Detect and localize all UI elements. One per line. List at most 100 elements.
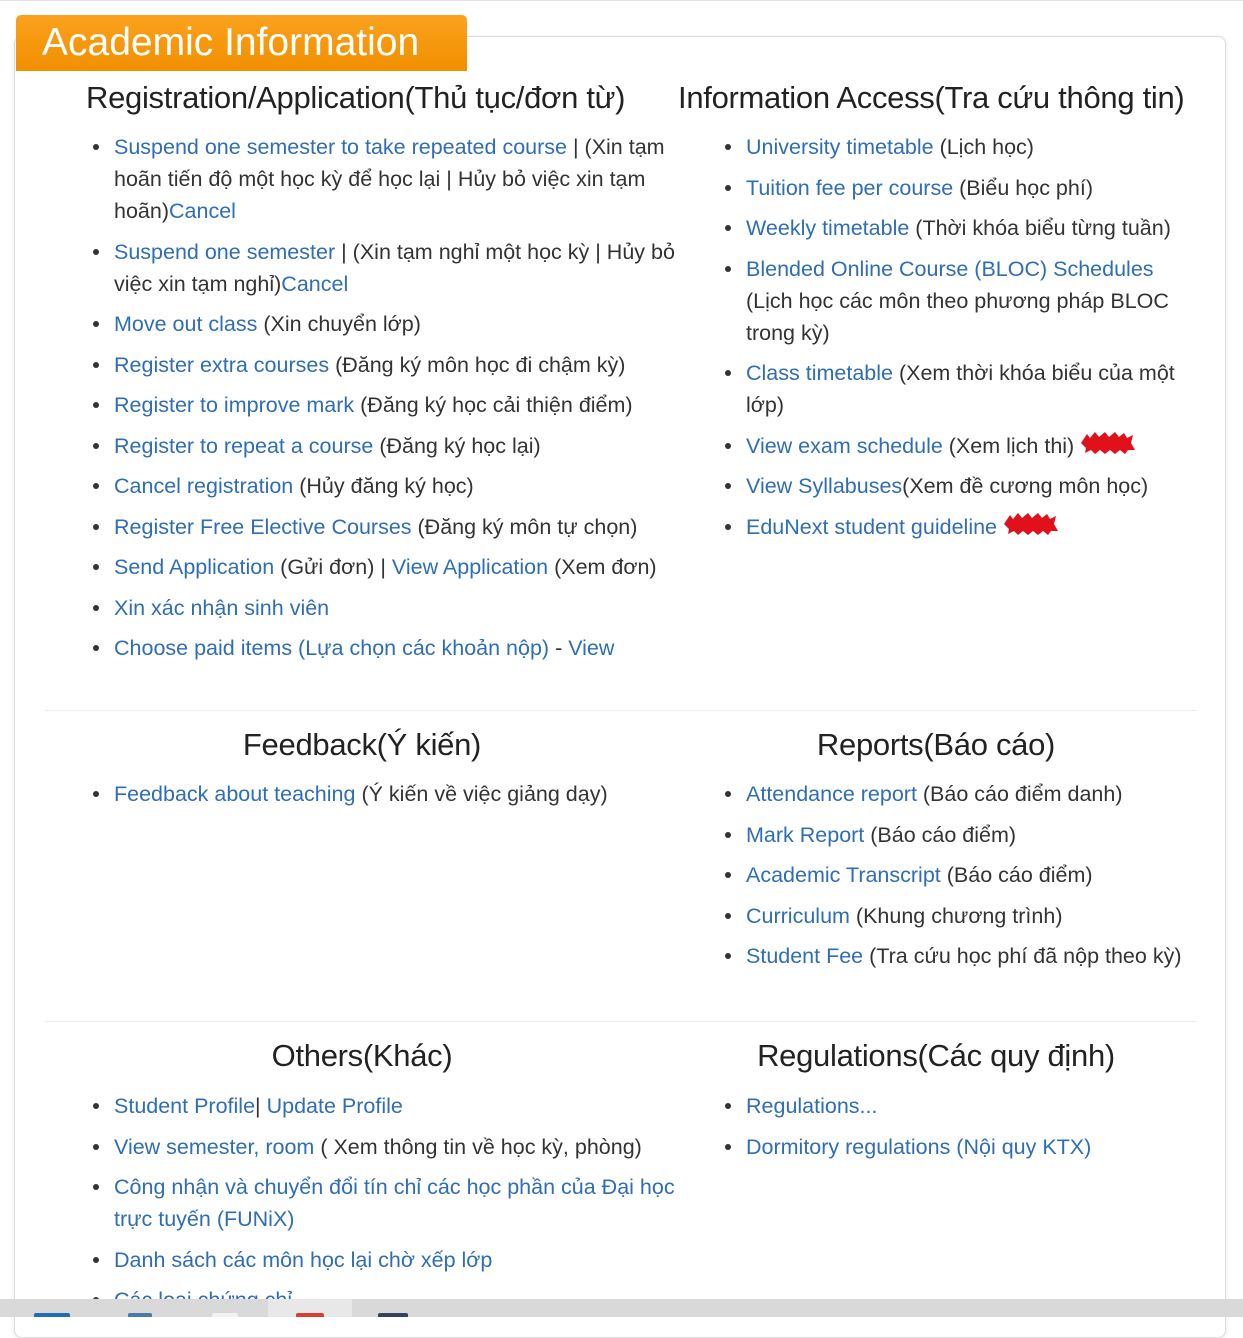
list-item-information: EduNext student guideline (722, 511, 1202, 543)
item-description: (Báo cáo điểm) (864, 822, 1017, 847)
taskbar-app-icon[interactable] (34, 1313, 70, 1317)
link-information[interactable]: View Syllabuses (746, 474, 902, 498)
link-registration[interactable]: Choose paid items (Lựa chọn các khoản nộ… (114, 636, 549, 660)
link-others-secondary[interactable]: Update Profile (267, 1094, 403, 1118)
list-item-others: Danh sách các môn học lại chờ xếp lớp (90, 1244, 685, 1276)
link-reports[interactable]: Student Fee (746, 944, 863, 968)
item-description: (Xem đơn) (548, 555, 657, 579)
list-item-others: Student Profile| Update Profile (90, 1090, 685, 1122)
link-others[interactable]: Công nhận và chuyển đổi tín chỉ các học … (114, 1175, 675, 1231)
taskbar-app-icon[interactable] (378, 1313, 408, 1317)
information-list: University timetable (Lịch học) Tuition f… (722, 131, 1202, 551)
list-item-registration: Send Application (Gửi đơn) | View Applic… (90, 551, 685, 583)
link-registration[interactable]: Send Application (114, 555, 274, 579)
list-item-reports: Mark Report (Báo cáo điểm) (722, 819, 1182, 851)
section-title-regulations: Regulations(Các quy định) (757, 1038, 1115, 1073)
list-item-information: Blended Online Course (BLOC) Schedules (… (722, 253, 1202, 349)
item-description: (Xin chuyển lớp) (257, 312, 421, 336)
taskbar-app-icon[interactable] (128, 1313, 152, 1317)
list-item-information: Weekly timetable (Thời khóa biểu từng tu… (722, 212, 1202, 244)
list-item-registration: Move out class (Xin chuyển lớp) (90, 308, 685, 340)
link-others[interactable]: Student Profile (114, 1094, 255, 1118)
link-regulations[interactable]: Regulations... (746, 1094, 877, 1118)
link-registration[interactable]: Register extra courses (114, 353, 329, 377)
list-item-registration: Register extra courses (Đăng ký môn học … (90, 349, 685, 381)
separator: - (549, 636, 569, 660)
new-badge-icon (1081, 431, 1136, 454)
regulations-list: Regulations... Dormitory regulations (Nội… (722, 1090, 1202, 1171)
list-item-information: University timetable (Lịch học) (722, 131, 1202, 163)
item-description: (Đăng ký môn tự chọn) (411, 514, 638, 539)
item-description: (Ý kiến về việc giảng dạy) (355, 782, 608, 806)
link-reports[interactable]: Curriculum (746, 904, 850, 928)
link-regulations[interactable]: Dormitory regulations (Nội quy KTX) (746, 1135, 1091, 1159)
list-item-others: Công nhận và chuyển đổi tín chỉ các học … (90, 1171, 685, 1235)
list-item-registration: Suspend one semester to take repeated co… (90, 131, 685, 227)
link-registration-secondary[interactable]: Cancel (169, 199, 236, 223)
link-reports[interactable]: Academic Transcript (746, 863, 941, 887)
link-registration[interactable]: Suspend one semester (114, 240, 335, 264)
link-information[interactable]: Class timetable (746, 361, 893, 385)
list-item-information: View exam schedule (Xem lịch thi) (722, 430, 1202, 462)
link-information[interactable]: View exam schedule (746, 434, 943, 458)
item-description: (Đăng ký học cải thiện điểm) (354, 393, 633, 417)
separator: | (335, 239, 353, 264)
item-description: ( Xem thông tin về học kỳ, phòng) (314, 1134, 642, 1159)
link-registration[interactable]: Register to improve mark (114, 393, 354, 417)
link-information[interactable]: EduNext student guideline (746, 515, 997, 539)
link-registration[interactable]: Suspend one semester to take repeated co… (114, 135, 567, 159)
item-description: (Thời khóa biểu từng tuần) (909, 216, 1171, 240)
list-item-information: Tuition fee per course (Biểu học phí) (722, 172, 1202, 204)
link-others[interactable]: Danh sách các môn học lại chờ xếp lớp (114, 1248, 492, 1272)
list-item-reports: Attendance report (Báo cáo điểm danh) (722, 778, 1182, 810)
link-registration[interactable]: Cancel registration (114, 474, 293, 498)
link-registration-secondary[interactable]: View Application (392, 555, 548, 579)
link-registration[interactable]: Xin xác nhận sinh viên (114, 596, 329, 620)
link-information[interactable]: University timetable (746, 135, 934, 159)
list-item-feedback: Feedback about teaching (Ý kiến về việc … (90, 778, 685, 810)
item-description: (Đăng ký học lại) (373, 433, 541, 458)
link-information[interactable]: Weekly timetable (746, 216, 909, 240)
link-registration[interactable]: Register to repeat a course (114, 434, 373, 458)
section-divider (45, 710, 1197, 711)
link-reports[interactable]: Mark Report (746, 823, 864, 847)
link-feedback[interactable]: Feedback about teaching (114, 782, 355, 806)
link-registration[interactable]: Move out class (114, 312, 257, 336)
panel-heading: Academic Information (16, 15, 467, 71)
list-item-registration: Register Free Elective Courses (Đăng ký … (90, 511, 685, 543)
taskbar-app-icon[interactable] (212, 1313, 238, 1317)
link-others[interactable]: View semester, room (114, 1135, 314, 1159)
section-divider (45, 1021, 1197, 1022)
feedback-list: Feedback about teaching (Ý kiến về việc … (90, 778, 685, 819)
section-title-information: Information Access(Tra cứu thông tin) (678, 80, 1185, 115)
taskbar-app-icon[interactable] (296, 1313, 324, 1317)
section-title-others: Others(Khác) (271, 1038, 453, 1073)
list-item-information: Class timetable (Xem thời khóa biểu của … (722, 357, 1202, 421)
list-item-reports: Academic Transcript (Báo cáo điểm) (722, 859, 1182, 891)
list-item-others: View semester, room ( Xem thông tin về h… (90, 1131, 685, 1163)
list-item-information: View Syllabuses(Xem đề cương môn học) (722, 470, 1202, 502)
section-title-registration: Registration/Application(Thủ tục/đơn từ) (86, 80, 626, 115)
new-badge-icon (1004, 512, 1059, 535)
item-description: (Báo cáo điểm danh) (916, 782, 1123, 806)
link-registration[interactable]: Register Free Elective Courses (114, 515, 412, 539)
link-reports[interactable]: Attendance report (746, 782, 917, 806)
item-description: (Tra cứu học phí đã nộp theo kỳ) (863, 944, 1182, 968)
item-description: (Xem đề cương môn học) (902, 474, 1149, 498)
list-item-registration: Suspend one semester | (Xin tạm nghỉ một… (90, 236, 685, 300)
item-description: (Xem lịch thi) (942, 433, 1075, 458)
list-item-registration: Choose paid items (Lựa chọn các khoản nộ… (90, 632, 685, 664)
item-description: (Đăng ký môn học đi chậm kỳ) (329, 352, 626, 377)
others-list: Student Profile| Update Profile View seme… (90, 1090, 685, 1325)
link-registration-secondary[interactable]: View (568, 636, 614, 660)
section-title-reports: Reports(Báo cáo) (816, 727, 1056, 762)
list-item-regulations: Dormitory regulations (Nội quy KTX) (722, 1131, 1202, 1163)
link-information[interactable]: Tuition fee per course (746, 176, 953, 200)
link-registration-secondary[interactable]: Cancel (281, 272, 348, 296)
list-item-registration: Register to improve mark (Đăng ký học cả… (90, 389, 685, 421)
list-item-regulations: Regulations... (722, 1090, 1202, 1122)
taskbar (0, 1299, 1243, 1317)
link-information[interactable]: Blended Online Course (BLOC) Schedules (746, 257, 1154, 281)
separator: | (255, 1094, 267, 1118)
item-description: (Báo cáo điểm) (940, 863, 1093, 887)
